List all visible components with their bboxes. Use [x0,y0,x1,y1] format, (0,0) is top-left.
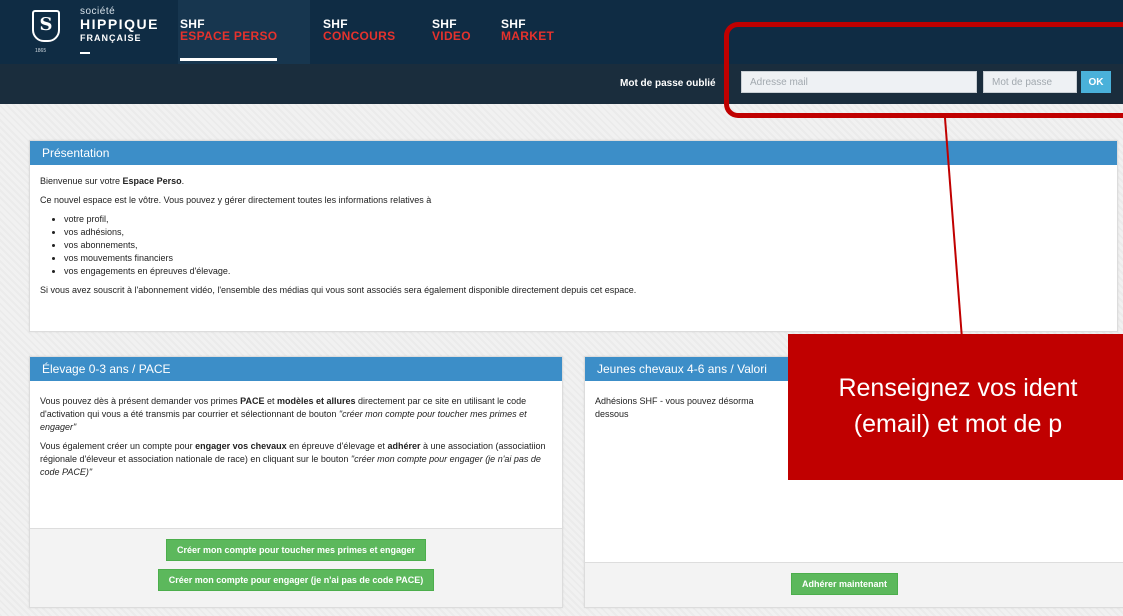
panel-footer: Adhérer maintenant [585,562,1123,607]
elevage-paragraph-1: Vous pouvez dès à présent demander vos p… [40,396,527,432]
adherer-button[interactable]: Adhérer maintenant [791,573,899,595]
elevage-paragraph-2: Vous également créer un compte pour enga… [40,441,546,477]
logo-text-hippique: HIPPIQUE [80,16,159,32]
callout-highlight-frame [724,22,1123,118]
shield-icon: S [32,10,60,42]
welcome-text: Bienvenue sur votre Espace Perso. [40,176,185,186]
feature-list: votre profil, vos adhésions, vos abonnem… [40,213,1107,278]
nav-market[interactable]: SHF MARKET [501,18,554,42]
list-item: vos adhésions, [64,226,1107,239]
forgot-password-link[interactable]: Mot de passe oublié [620,78,716,89]
nav-espace-perso[interactable]: SHF ESPACE PERSO [180,18,278,61]
intro-text: Ce nouvel espace est le vôtre. Vous pouv… [40,195,432,205]
callout-line-1: Renseignez vos ident [838,374,1078,402]
create-account-pace-button[interactable]: Créer mon compte pour toucher mes primes… [165,539,427,561]
callout-instruction: Renseignez vos ident (email) et mot de p [788,334,1123,480]
shf-logo[interactable]: S 1865 société HIPPIQUE FRANÇAISE [18,6,178,60]
create-account-no-pace-button[interactable]: Créer mon compte pour engager (je n'ai p… [157,569,435,591]
panel-footer: Créer mon compte pour toucher mes primes… [30,528,562,607]
list-item: vos abonnements, [64,239,1107,252]
nav-label-bottom: ESPACE PERSO [180,29,278,43]
logo-divider [80,52,90,54]
list-item: vos mouvements financiers [64,252,1107,265]
panel-title: Élevage 0-3 ans / PACE [30,357,562,381]
logo-year: 1865 [35,48,47,54]
logo-text-francaise: FRANÇAISE [80,33,142,43]
elevage-panel: Élevage 0-3 ans / PACE Vous pouvez dès à… [29,356,563,608]
nav-video[interactable]: SHF VIDEO [432,18,471,42]
nav-label-bottom: VIDEO [432,29,471,43]
nav-concours[interactable]: SHF CONCOURS [323,18,395,42]
nav-label-bottom: MARKET [501,29,555,43]
panel-title: Présentation [30,141,1117,165]
list-item: vos engagements en épreuves d'élevage. [64,265,1107,278]
callout-line-2: (email) et mot de p [853,410,1063,438]
video-note: Si vous avez souscrit à l'abonnement vid… [40,285,637,295]
nav-label-bottom: CONCOURS [323,29,396,43]
